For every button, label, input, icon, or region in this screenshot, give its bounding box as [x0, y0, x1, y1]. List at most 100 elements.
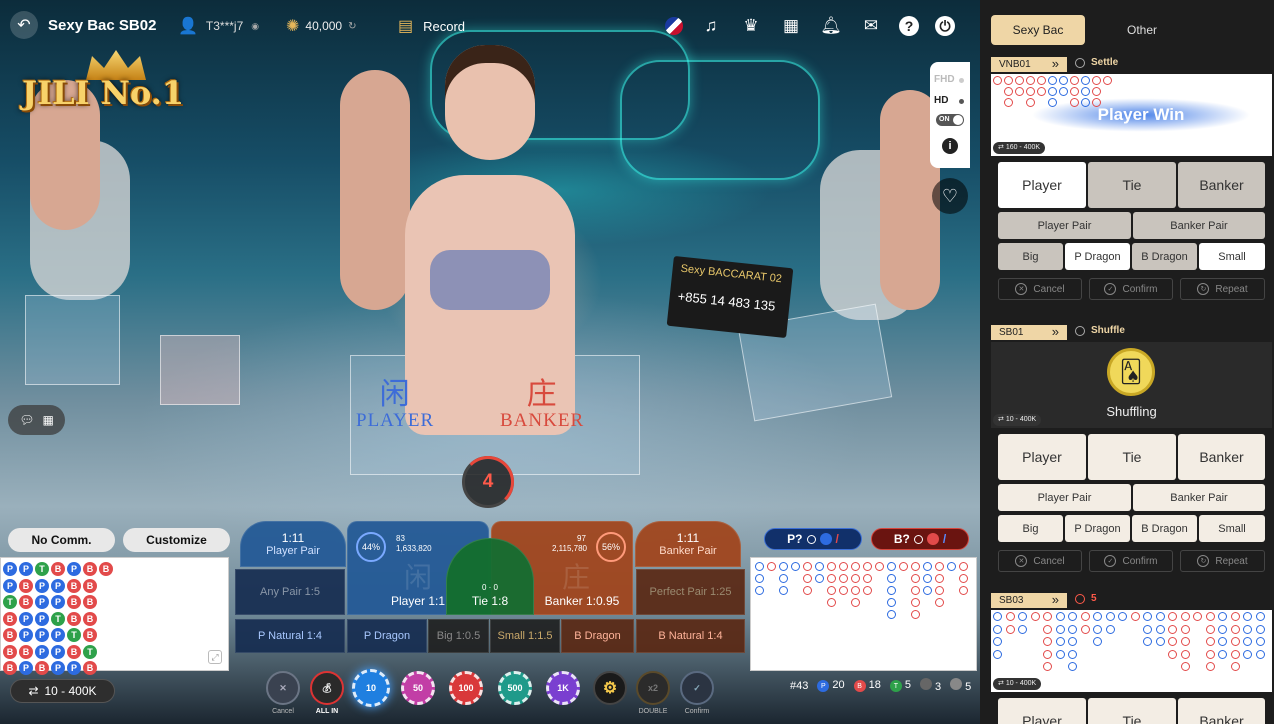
- quick-bet-p-dragon[interactable]: P Dragon: [1065, 243, 1130, 270]
- neon-ring: [620, 60, 820, 180]
- back-icon[interactable]: ↶: [10, 11, 38, 39]
- quick-cancel-button[interactable]: ✕ Cancel: [998, 550, 1082, 572]
- quick-bet-tie[interactable]: Tie: [1088, 162, 1176, 208]
- quick-cancel-button[interactable]: ✕ Cancel: [998, 278, 1082, 300]
- quick-repeat-button[interactable]: ↻ Repeat: [1180, 550, 1265, 572]
- bet-limit[interactable]: ⇄ 10 - 400K: [10, 679, 115, 703]
- player-predict-button[interactable]: P? /: [764, 528, 862, 550]
- quick-bet-player-pair[interactable]: Player Pair: [998, 484, 1131, 511]
- quick-bet-small[interactable]: Small: [1199, 243, 1265, 270]
- mail-icon[interactable]: ✉: [859, 14, 883, 38]
- quick-repeat-button[interactable]: ↻ Repeat: [1180, 278, 1265, 300]
- info-icon[interactable]: i: [942, 138, 958, 154]
- quick-bet-banker-pair[interactable]: Banker Pair: [1133, 484, 1265, 511]
- road-mark-banker: [803, 574, 812, 583]
- b-dragon-bet[interactable]: B Dragon: [561, 619, 634, 653]
- tab-other[interactable]: Other: [1095, 15, 1189, 45]
- p-natural-bet[interactable]: P Natural 1:4: [235, 619, 345, 653]
- road-mark-player: [1068, 649, 1077, 659]
- quick-bet-banker-pair[interactable]: Banker Pair: [1133, 212, 1265, 239]
- table-card-sb03[interactable]: SB03 5 ⇄ 10 - 400K Player Tie Banker: [991, 592, 1272, 724]
- quick-bet-big[interactable]: Big: [998, 515, 1063, 542]
- music-icon[interactable]: ♫: [699, 14, 723, 38]
- bead-p: P: [51, 628, 65, 642]
- quick-confirm-button[interactable]: ✓ Confirm: [1089, 278, 1173, 300]
- b-natural-bet[interactable]: B Natural 1:4: [636, 619, 745, 653]
- any-pair-bet[interactable]: Any Pair 1:5: [235, 569, 345, 615]
- help-icon[interactable]: ?: [899, 16, 919, 36]
- chip-500[interactable]: 500: [498, 671, 532, 705]
- quick-bet-tie[interactable]: Tie: [1088, 698, 1176, 724]
- player-pair-bet[interactable]: 1:11 Player Pair: [240, 521, 346, 567]
- road-mark-banker: [1070, 98, 1079, 107]
- chip-10[interactable]: 10: [352, 669, 390, 707]
- big-bet[interactable]: Big 1:0.5: [428, 619, 489, 653]
- confirm-chip-button[interactable]: ✓: [680, 671, 714, 705]
- chip-50[interactable]: 50: [401, 671, 435, 705]
- favorite-add-icon[interactable]: ♡: [932, 178, 968, 214]
- quality-hd[interactable]: HD: [934, 95, 948, 106]
- road-mark-player: [1255, 612, 1265, 621]
- eye-icon[interactable]: ◉: [251, 21, 259, 32]
- banker-pair-bet[interactable]: 1:11 Banker Pair: [635, 521, 741, 567]
- language-flag-icon[interactable]: [665, 17, 683, 35]
- refresh-icon[interactable]: ↻: [348, 21, 356, 32]
- double-button[interactable]: x2: [636, 671, 670, 705]
- layout-icon[interactable]: ▦: [779, 14, 803, 38]
- bead-p: P: [35, 578, 49, 593]
- road-mark-banker: [1180, 612, 1190, 621]
- table-name[interactable]: SB03: [991, 592, 1067, 608]
- table-card-sb01[interactable]: SB01 Shuffle 🂡 Shuffling ⇄ 10 - 400K Pla…: [991, 324, 1272, 574]
- quick-bet-big[interactable]: Big: [998, 243, 1063, 270]
- quick-bet-player[interactable]: Player: [998, 162, 1086, 208]
- road-mark-banker: [1043, 624, 1052, 634]
- tab-sexy-bac[interactable]: Sexy Bac: [991, 15, 1085, 45]
- expand-road-icon[interactable]: ⤢: [208, 650, 222, 664]
- power-icon[interactable]: ⏻: [935, 16, 955, 36]
- video-toggle[interactable]: ON: [936, 114, 964, 126]
- road-mark-banker: [1103, 76, 1112, 85]
- quick-bet-player-pair[interactable]: Player Pair: [998, 212, 1131, 239]
- chat-toggle[interactable]: 💬︎ ▦: [8, 405, 65, 435]
- customize-button[interactable]: Customize: [123, 528, 230, 552]
- table-card-vnb01[interactable]: VNB01 Settle Player Win ⇄ 160 - 400K Pla…: [991, 56, 1272, 302]
- player-table-label: 闲 PLAYER: [356, 378, 435, 432]
- quick-bet-player[interactable]: Player: [998, 698, 1086, 724]
- quality-fhd[interactable]: FHD: [934, 74, 955, 85]
- quick-bet-b-dragon[interactable]: B Dragon: [1132, 243, 1197, 270]
- quick-bet-banker[interactable]: Banker: [1178, 698, 1265, 724]
- chip-1k[interactable]: 1K: [546, 671, 580, 705]
- quick-bet-banker[interactable]: Banker: [1178, 434, 1265, 480]
- quick-bet-b-dragon[interactable]: B Dragon: [1132, 515, 1197, 542]
- notification-icon[interactable]: 🔔︎: [819, 14, 843, 38]
- predict-slash-icon: /: [835, 532, 839, 546]
- table-title: Sexy Bac SB02: [48, 17, 157, 34]
- bead-b: B: [99, 562, 113, 576]
- bead-b: B: [83, 661, 97, 675]
- quick-bet-p-dragon[interactable]: P Dragon: [1065, 515, 1130, 542]
- table-status: Settle: [1075, 57, 1118, 68]
- record-button[interactable]: ▤ Record: [398, 16, 465, 36]
- banker-predict-button[interactable]: B? /: [871, 528, 969, 550]
- chip-100[interactable]: 100: [449, 671, 483, 705]
- quick-bet-tie[interactable]: Tie: [1088, 434, 1176, 480]
- table-limit: ⇄ 10 - 400K: [993, 414, 1042, 426]
- dealer-tip-icon[interactable]: ♛: [739, 14, 763, 38]
- small-bet[interactable]: Small 1:1.5: [490, 619, 560, 653]
- table-name[interactable]: SB01: [991, 324, 1067, 340]
- perfect-pair-bet[interactable]: Perfect Pair 1:25: [636, 569, 745, 615]
- quick-confirm-button[interactable]: ✓ Confirm: [1089, 550, 1173, 572]
- p-dragon-bet[interactable]: P Dragon: [347, 619, 427, 653]
- quick-bet-banker[interactable]: Banker: [1178, 162, 1265, 208]
- settings-chip-icon[interactable]: ⚙: [593, 671, 627, 705]
- quick-bet-player[interactable]: Player: [998, 434, 1086, 480]
- no-commission-button[interactable]: No Comm.: [8, 528, 115, 552]
- all-in-button[interactable]: 💰︎: [310, 671, 344, 705]
- road-mark-player: [1048, 76, 1057, 85]
- quick-bet-small[interactable]: Small: [1199, 515, 1265, 542]
- cancel-chip-button[interactable]: ✕: [266, 671, 300, 705]
- table-name[interactable]: VNB01: [991, 56, 1067, 72]
- quality-dot: [959, 78, 964, 83]
- road-mark-banker: [851, 562, 860, 571]
- player-pair-label: Player Pair: [266, 545, 320, 557]
